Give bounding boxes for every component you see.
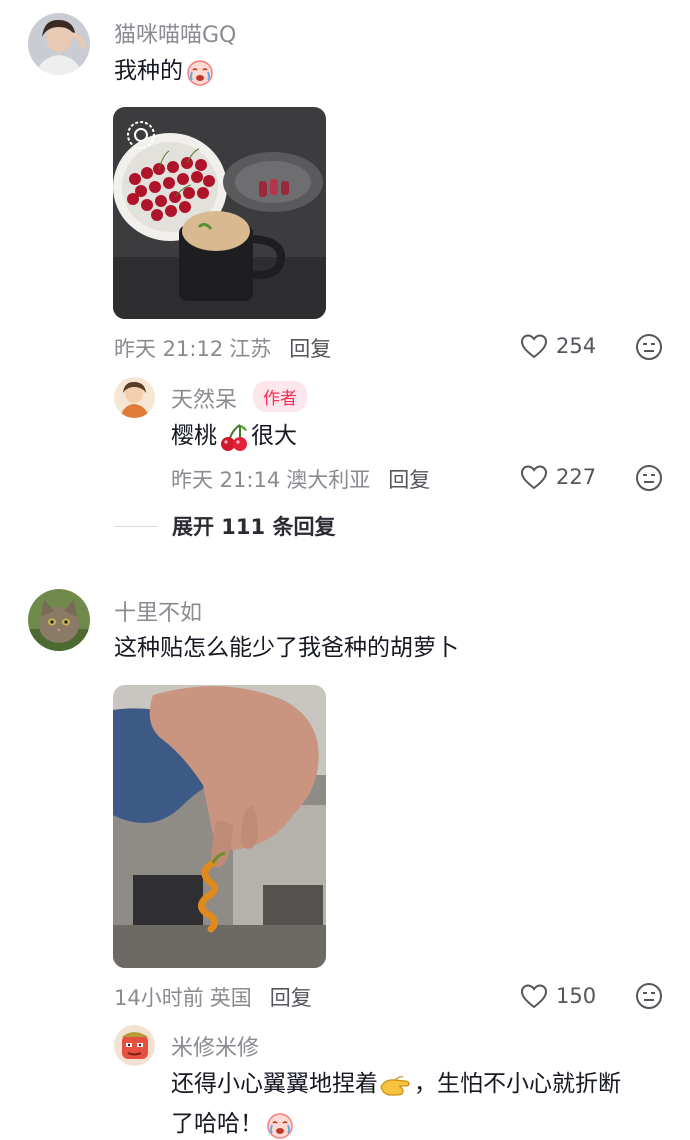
comment-username[interactable]: 猫咪喵喵GQ	[114, 17, 236, 49]
avatar[interactable]	[28, 13, 90, 75]
avatar[interactable]	[28, 589, 90, 651]
reply-text-before: 樱桃	[171, 423, 217, 449]
reply-text-part: 还得小心翼翼地捏着	[171, 1071, 378, 1097]
comment-location: 英国	[209, 986, 252, 1010]
comment-time: 昨天 21:12	[114, 337, 224, 361]
heart-icon	[520, 465, 548, 490]
comment-time: 14小时前	[114, 986, 204, 1010]
reply-username[interactable]: 天然呆	[171, 382, 237, 414]
reply-button[interactable]: 回复	[388, 468, 430, 492]
heart-icon	[520, 334, 548, 359]
reply-button[interactable]: 回复	[270, 986, 312, 1010]
dislike-icon[interactable]	[635, 982, 663, 1010]
like-count: 254	[556, 334, 597, 358]
reply-text-after: 很大	[251, 423, 297, 449]
reply-text-part: ，生怕不小心就折断	[414, 1071, 621, 1097]
reply-button[interactable]: 回复	[289, 337, 331, 361]
crying-face-icon	[185, 57, 215, 87]
like-count: 227	[556, 465, 597, 489]
avatar[interactable]	[114, 377, 155, 418]
like-button[interactable]: 254	[520, 333, 596, 359]
comment-text: 这种贴怎么能少了我爸种的胡萝卜	[114, 635, 459, 661]
reply-text-line-2: 了哈哈！	[171, 1107, 295, 1140]
comment-username[interactable]: 十里不如	[114, 595, 202, 627]
reply-meta: 昨天 21:14 澳大利亚 回复	[171, 464, 430, 494]
expand-replies-label: 展开 111 条回复	[172, 515, 336, 539]
comment-image[interactable]	[113, 685, 326, 968]
reply-text: 樱桃 很大	[171, 419, 297, 453]
avatar[interactable]	[114, 1025, 155, 1066]
reply-text-line-1: 还得小心翼翼地捏着 ，生怕不小心就折断	[171, 1067, 621, 1101]
comment-meta: 昨天 21:12 江苏 回复	[114, 333, 331, 363]
comment-text-content: 我种的	[114, 58, 183, 84]
like-button[interactable]: 227	[520, 464, 596, 490]
reply-text-part: 了哈哈！	[171, 1111, 263, 1137]
comment-location: 江苏	[229, 337, 272, 361]
like-button[interactable]: 150	[520, 983, 596, 1009]
expand-replies-button[interactable]: 展开 111 条回复	[114, 511, 335, 541]
cherry-icon	[218, 422, 250, 452]
author-badge: 作者	[253, 381, 307, 412]
crying-face-icon	[265, 1110, 295, 1140]
divider	[114, 525, 158, 527]
reply-time: 昨天 21:14	[171, 468, 281, 492]
comment-text: 我种的	[114, 54, 215, 88]
comment-meta: 14小时前 英国 回复	[114, 982, 312, 1012]
reply-location: 澳大利亚	[286, 468, 371, 492]
dislike-icon[interactable]	[635, 333, 663, 361]
like-count: 150	[556, 984, 597, 1008]
comment-image[interactable]	[113, 107, 326, 319]
heart-icon	[520, 984, 548, 1009]
pinching-hand-icon	[379, 1071, 413, 1099]
reply-username[interactable]: 米修米修	[171, 1030, 259, 1062]
dislike-icon[interactable]	[635, 464, 663, 492]
